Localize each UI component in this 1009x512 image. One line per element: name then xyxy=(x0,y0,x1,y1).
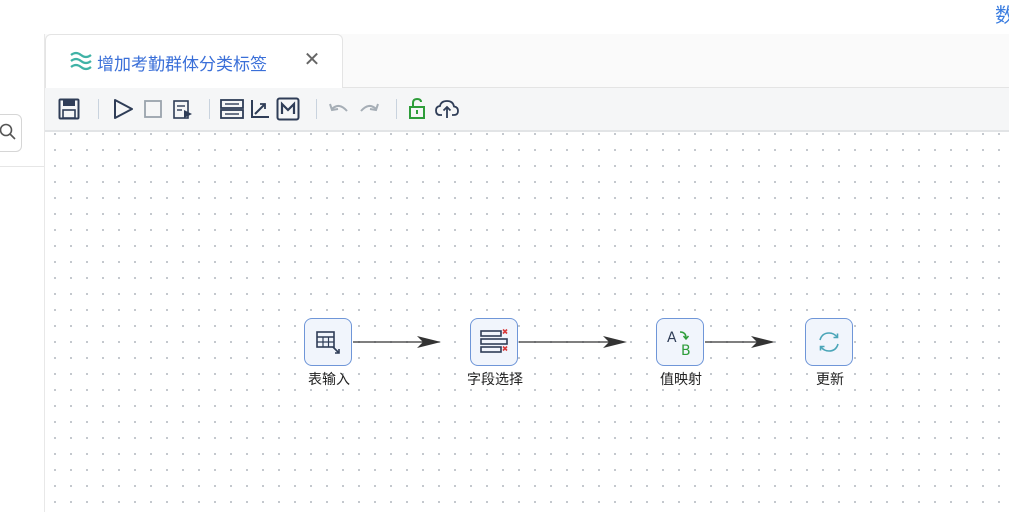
undo-button[interactable] xyxy=(327,97,351,121)
flow-edges xyxy=(353,336,775,348)
value-map-icon: A B xyxy=(667,330,691,357)
top-bar-text[interactable]: 数 xyxy=(995,0,1009,28)
save-icon xyxy=(58,98,80,120)
left-panel xyxy=(0,34,45,512)
unlock-icon xyxy=(409,98,425,119)
upload-button[interactable] xyxy=(435,97,459,121)
layout-icon xyxy=(220,99,244,119)
search-button[interactable] xyxy=(0,114,22,152)
step-node-table-input[interactable] xyxy=(304,318,352,366)
hop-arrow[interactable] xyxy=(519,336,627,348)
step-label: 值映射 xyxy=(660,372,702,388)
app-window: 数 增加考勤群体分类标签 ✕ 表输入 字段选择 A B 值映射 更新 xyxy=(0,0,1009,512)
run-icon xyxy=(114,99,133,119)
toolbar-separator xyxy=(209,99,210,119)
toolbar-separator xyxy=(396,99,397,119)
m-icon xyxy=(276,97,300,121)
tab-strip: 增加考勤群体分类标签 ✕ xyxy=(45,34,1009,88)
refresh-icon xyxy=(819,332,839,352)
search-icon xyxy=(0,123,16,140)
stop-button[interactable] xyxy=(141,97,165,121)
transformation-icon xyxy=(70,51,92,71)
layout-button[interactable] xyxy=(220,97,244,121)
run-button[interactable] xyxy=(111,97,135,121)
redo-button[interactable] xyxy=(357,97,381,121)
align-button[interactable] xyxy=(248,97,272,121)
step-node-value-map[interactable]: A B xyxy=(656,318,704,366)
top-bar: 数 xyxy=(0,0,1009,34)
tab-title: 增加考勤群体分类标签 xyxy=(97,55,267,75)
step-node-field-select[interactable] xyxy=(470,318,518,366)
m-button[interactable] xyxy=(276,97,300,121)
hop-arrow[interactable] xyxy=(705,336,775,348)
preview-icon xyxy=(173,100,192,119)
upload-cloud-icon xyxy=(435,100,459,118)
value-map-glyph-b: B xyxy=(681,343,691,357)
step-label: 表输入 xyxy=(308,372,350,388)
tab-close-button[interactable]: ✕ xyxy=(302,49,322,69)
save-button[interactable] xyxy=(57,97,81,121)
left-panel-divider xyxy=(0,166,44,167)
stop-icon xyxy=(144,100,162,118)
field-select-icon xyxy=(480,328,508,353)
hop-arrow[interactable] xyxy=(353,336,441,348)
value-map-glyph-a: A xyxy=(667,330,677,346)
step-label: 字段选择 xyxy=(467,372,523,388)
flow-canvas[interactable]: 表输入 字段选择 A B 值映射 更新 xyxy=(45,132,1009,512)
table-input-icon xyxy=(316,331,340,354)
toolbar-separator xyxy=(316,99,317,119)
unlock-button[interactable] xyxy=(406,97,430,121)
undo-icon xyxy=(329,103,348,112)
step-label: 更新 xyxy=(816,372,844,388)
redo-icon xyxy=(360,103,379,112)
toolbar-separator xyxy=(98,99,99,119)
step-node-update[interactable] xyxy=(805,318,853,366)
toolbar xyxy=(45,88,1009,132)
align-icon xyxy=(251,100,269,118)
tab-transformation[interactable]: 增加考勤群体分类标签 ✕ xyxy=(45,34,343,88)
preview-button[interactable] xyxy=(171,97,195,121)
